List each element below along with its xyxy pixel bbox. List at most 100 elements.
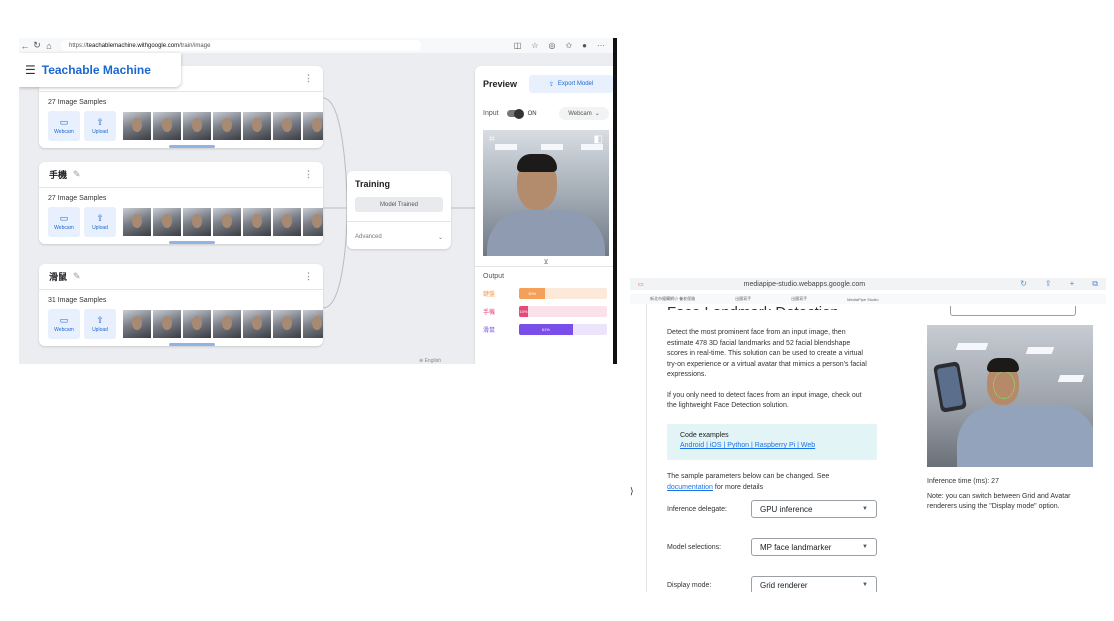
upload-label: Upload (92, 129, 108, 135)
sample-thumbnail[interactable] (273, 310, 301, 338)
export-icon: ⇪ (548, 81, 554, 88)
export-label: Export Model (557, 81, 594, 87)
sample-thumbnail[interactable] (303, 208, 323, 236)
sample-thumbnail[interactable] (153, 208, 181, 236)
class-options-icon[interactable]: ⋮ (304, 169, 313, 180)
sample-thumbnail[interactable] (153, 310, 181, 338)
bookmark-item[interactable]: MediaPipe Studio (847, 297, 878, 302)
person-hair (517, 154, 557, 172)
webcam-label: Webcam (54, 129, 74, 135)
sample-thumbnail[interactable] (273, 112, 301, 140)
clipped-input[interactable] (950, 306, 1076, 316)
upload-button[interactable]: ⇧ Upload (84, 309, 116, 339)
advanced-toggle[interactable]: Advanced ⌄ (347, 221, 451, 241)
mediapipe-window: ▭ mediapipe-studio.webapps.google.com ↻ … (630, 278, 1106, 592)
sample-thumbnail[interactable] (183, 112, 211, 140)
sample-thumbnail[interactable] (243, 112, 271, 140)
output-class-label: 滑鼠 (483, 327, 496, 334)
dropdown-arrow-icon: ▼ (862, 506, 868, 512)
sample-thumbnail[interactable] (153, 112, 181, 140)
class-options-icon[interactable]: ⋮ (304, 73, 313, 84)
app-header: ☰ Teachable Machine (19, 53, 181, 87)
sample-thumbnail[interactable] (303, 310, 323, 338)
class-name[interactable]: 滑鼠 (49, 270, 67, 283)
address-bar[interactable]: https:// teachablemachine.withgoogle.com… (61, 40, 421, 51)
class-name[interactable]: 手機 (49, 168, 67, 181)
hamburger-menu-icon[interactable]: ☰ (25, 63, 36, 77)
reload-icon[interactable]: ↻ (1020, 279, 1027, 289)
input-toggle[interactable] (506, 108, 524, 119)
code-examples-title: Code examples (680, 432, 729, 439)
url-domain: teachablemachine.withgoogle.com (87, 42, 180, 49)
model-select[interactable]: MP face landmarker ▼ (751, 538, 877, 556)
export-model-button[interactable]: ⇪ Export Model (529, 75, 613, 93)
sample-thumbnail[interactable] (213, 310, 241, 338)
crop-icon[interactable]: ⌗ (489, 134, 495, 145)
description: Detect the most prominent face from an i… (667, 329, 867, 378)
display-mode-field: Display mode: Grid renderer ▼ (667, 576, 877, 592)
thumbnail-scrollbar[interactable] (169, 241, 215, 244)
new-tab-icon[interactable]: + (1070, 279, 1075, 289)
train-model-button[interactable]: Model Trained (355, 197, 443, 212)
sample-thumbnails[interactable] (123, 208, 323, 236)
sample-thumbnail[interactable] (213, 112, 241, 140)
code-example-links[interactable]: Android | iOS | Python | Raspberry Pi | … (680, 442, 877, 449)
sample-thumbnail[interactable] (183, 208, 211, 236)
sample-thumbnail[interactable] (273, 208, 301, 236)
sample-thumbnail[interactable] (123, 208, 151, 236)
address-bar[interactable]: mediapipe-studio.webapps.google.com (744, 281, 865, 288)
url-path: /train/image (179, 42, 211, 49)
sample-count: 27 Image Samples (48, 195, 107, 202)
more-menu-icon[interactable]: ··· (597, 41, 605, 50)
back-icon[interactable]: ← (19, 41, 31, 51)
webcam-button[interactable]: ▭ Webcam (48, 207, 80, 237)
inference-delegate-field: Inference delegate: GPU inference ▼ (667, 500, 877, 518)
source-select[interactable]: Webcam ⌄ (559, 107, 609, 120)
edit-pencil-icon[interactable]: ✎ (73, 271, 81, 282)
sample-thumbnail[interactable] (183, 310, 211, 338)
webcam-button[interactable]: ▭ Webcam (48, 309, 80, 339)
sample-thumbnails[interactable] (123, 310, 323, 338)
page-heading: Face Landmark Detection (667, 298, 839, 310)
display-mode-select[interactable]: Grid renderer ▼ (751, 576, 877, 592)
edit-pencil-icon[interactable]: ✎ (73, 169, 81, 180)
documentation-link[interactable]: documentation (667, 484, 713, 491)
sample-thumbnail[interactable] (243, 208, 271, 236)
thumbnail-scrollbar[interactable] (169, 343, 215, 346)
confidence-bar: 10% (519, 305, 607, 317)
sample-thumbnail[interactable] (243, 310, 271, 338)
profile-avatar[interactable]: ● (582, 41, 587, 50)
upload-button[interactable]: ⇧ Upload (84, 207, 116, 237)
tabs-icon[interactable]: ⧉ (1092, 279, 1098, 289)
sample-thumbnail[interactable] (123, 112, 151, 140)
sample-thumbnails[interactable] (123, 112, 323, 140)
thumbnail-scrollbar[interactable] (169, 145, 215, 148)
inference-delegate-select[interactable]: GPU inference ▼ (751, 500, 877, 518)
sample-thumbnail[interactable] (213, 208, 241, 236)
teachable-machine-window: ← ↻ ⌂ https:// teachablemachine.withgoog… (19, 38, 617, 364)
read-aloud-icon[interactable]: ◫ (514, 41, 522, 50)
model-selection-field: Model selections: MP face landmarker ▼ (667, 538, 877, 556)
select-value: GPU inference (760, 504, 813, 514)
sample-thumbnail[interactable] (123, 310, 151, 338)
sample-thumbnail[interactable] (303, 112, 323, 140)
flip-camera-icon[interactable]: ◧ (594, 134, 603, 145)
extension-icon[interactable]: ◎ (548, 41, 555, 50)
upload-icon: ⇧ (96, 213, 104, 223)
output-row: 手機 10% (475, 298, 613, 317)
upload-button[interactable]: ⇧ Upload (84, 111, 116, 141)
favorites-icon[interactable]: ✩ (565, 41, 572, 50)
sample-text: The sample parameters below can be chang… (667, 473, 830, 480)
home-icon[interactable]: ⌂ (43, 41, 55, 51)
share-icon[interactable]: ⇪ (1045, 279, 1052, 289)
class-card: 滑鼠 ✎ ⋮ 31 Image Samples ▭ Webcam ⇧ Upload (39, 264, 323, 346)
globe-icon: ⊕ (419, 358, 424, 364)
reload-icon[interactable]: ↻ (31, 40, 43, 51)
arrow-down-icon: ⊻ (543, 259, 549, 266)
language-selector[interactable]: ⊕ English (419, 358, 441, 364)
class-options-icon[interactable]: ⋮ (304, 271, 313, 282)
webcam-button[interactable]: ▭ Webcam (48, 111, 80, 141)
favorite-star-icon[interactable]: ☆ (531, 41, 538, 50)
mouse-cursor: ⟩ (630, 486, 634, 496)
phone-in-hand (933, 361, 967, 413)
